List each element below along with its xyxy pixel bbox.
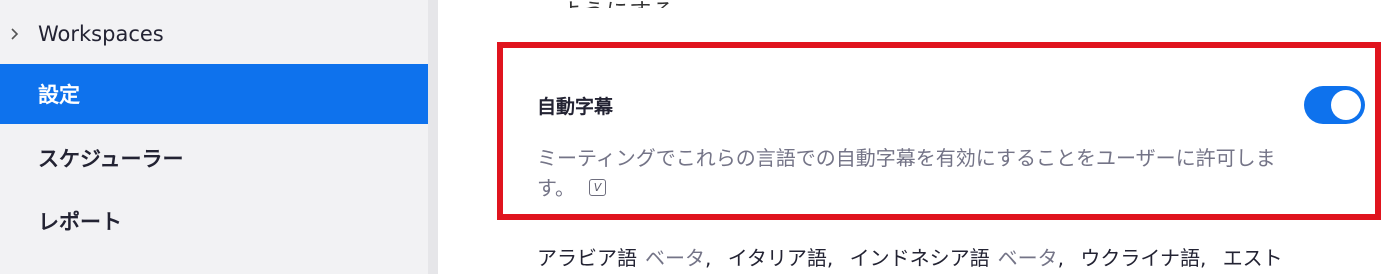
sidebar-item-reports[interactable]: レポート xyxy=(0,191,428,251)
language-list: アラビア語 ベータ, イタリア語, インドネシア語 ベータ, ウクライナ語, エスト xyxy=(537,242,1283,271)
toggle-knob xyxy=(1331,90,1361,120)
sidebar-item-settings[interactable]: 設定 xyxy=(0,64,428,124)
setting-description: ミーティングでこれらの言語での自動字幕を有効にすることをユーザーに許可します。 V xyxy=(537,143,1297,203)
language-item: イタリア語, xyxy=(727,246,834,270)
sidebar: Workspaces 設定 スケジューラー レポート xyxy=(0,0,428,274)
previous-setting-text: ようにする xyxy=(560,0,675,8)
setting-description-text: ミーティングでこれらの言語での自動字幕を有効にすることをユーザーに許可します。 xyxy=(537,146,1276,200)
chevron-right-icon xyxy=(10,27,38,41)
language-item: エスト xyxy=(1222,246,1283,270)
beta-badge: ベータ xyxy=(645,246,705,270)
auto-caption-toggle[interactable] xyxy=(1304,86,1365,124)
sidebar-item-label: レポート xyxy=(38,210,122,234)
sidebar-divider xyxy=(428,0,438,274)
sidebar-item-workspaces[interactable]: Workspaces xyxy=(0,4,428,64)
sidebar-item-scheduler[interactable]: スケジューラー xyxy=(0,128,428,188)
language-item: ウクライナ語, xyxy=(1080,246,1207,270)
language-item: アラビア語 ベータ, xyxy=(537,246,712,270)
sidebar-item-label: スケジューラー xyxy=(38,147,184,171)
language-item: インドネシア語 ベータ, xyxy=(849,246,1064,270)
setting-title: 自動字幕 xyxy=(537,96,614,118)
v-tag-icon[interactable]: V xyxy=(589,179,606,196)
sidebar-item-label: Workspaces xyxy=(38,22,164,46)
sidebar-item-label: 設定 xyxy=(38,83,80,107)
beta-badge: ベータ xyxy=(997,246,1058,270)
